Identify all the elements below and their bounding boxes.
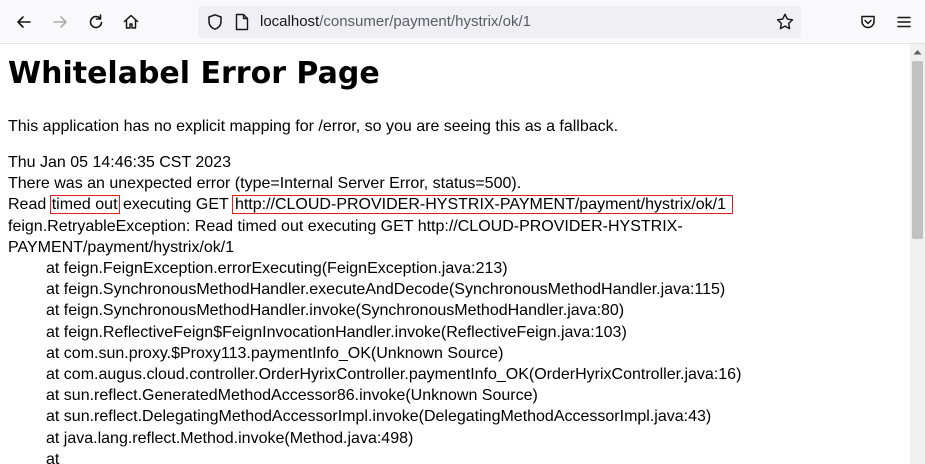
reload-button[interactable] [82, 8, 110, 36]
timed-out-highlight: timed out [49, 195, 120, 215]
read-executing: executing GET [118, 196, 233, 214]
home-icon [123, 14, 139, 29]
stack-frame: at feign.FeignException.errorExecuting(F… [46, 260, 508, 278]
stack-frame: at java.lang.reflect.Method.invoke(Metho… [46, 429, 414, 447]
address-bar[interactable]: localhost/consumer/payment/hystrix/ok/1 [198, 6, 801, 38]
page-content: Whitelabel Error Page This application h… [8, 44, 906, 464]
stack-frame: at feign.ReflectiveFeign$FeignInvocation… [46, 323, 627, 341]
read-message: Read timed out executing GET http://CLOU… [8, 194, 906, 215]
caret-up-icon [913, 49, 922, 54]
read-prefix: Read [8, 196, 51, 214]
timestamp: Thu Jan 05 14:46:35 CST 2023 [8, 154, 231, 171]
page-icon[interactable] [234, 13, 250, 31]
back-arrow-icon [17, 16, 31, 28]
pocket-icon [861, 15, 875, 29]
browser-toolbar: localhost/consumer/payment/hystrix/ok/1 [0, 0, 925, 44]
request-url-highlight: http://CLOUD-PROVIDER-HYSTRIX-PAYMENT/pa… [231, 195, 734, 215]
scroll-thumb[interactable] [912, 61, 923, 239]
stack-frame: at feign.SynchronousMethodHandler.execut… [46, 281, 726, 299]
stack-frame: at com.augus.cloud.controller.OrderHyrix… [46, 366, 742, 384]
stack-frame: at sun.reflect.GeneratedMethodAccessor86… [46, 387, 538, 405]
page-title: Whitelabel Error Page [8, 56, 380, 91]
home-button[interactable] [117, 8, 145, 36]
url-host: localhost [260, 13, 320, 30]
url-path: /consumer/payment/hystrix/ok/1 [319, 13, 531, 30]
forward-button[interactable] [46, 8, 74, 36]
fallback-message: This application has no explicit mapping… [8, 118, 619, 135]
url-text[interactable]: localhost/consumer/payment/hystrix/ok/1 [260, 13, 531, 30]
star-icon[interactable] [775, 12, 795, 32]
vertical-scrollbar[interactable] [910, 44, 925, 464]
stack-frame: at feign.SynchronousMethodHandler.invoke… [46, 302, 625, 320]
menu-icon [897, 16, 911, 28]
shield-icon[interactable] [206, 13, 224, 31]
menu-button[interactable] [890, 8, 918, 36]
exception-line: feign.RetryableException: Read timed out… [8, 217, 683, 256]
back-button[interactable] [10, 8, 38, 36]
forward-arrow-icon [53, 16, 67, 28]
scroll-up-button[interactable] [910, 44, 925, 59]
error-details: Thu Jan 05 14:46:35 CST 2023 There was a… [8, 152, 906, 464]
stack-frame: at [46, 450, 60, 464]
stack-frame: at sun.reflect.DelegatingMethodAccessorI… [46, 408, 712, 426]
reload-icon [89, 14, 103, 29]
stack-frame: at com.sun.proxy.$Proxy113.paymentInfo_O… [46, 344, 504, 362]
pocket-button[interactable] [854, 8, 882, 36]
error-summary: There was an unexpected error (type=Inte… [8, 175, 522, 193]
